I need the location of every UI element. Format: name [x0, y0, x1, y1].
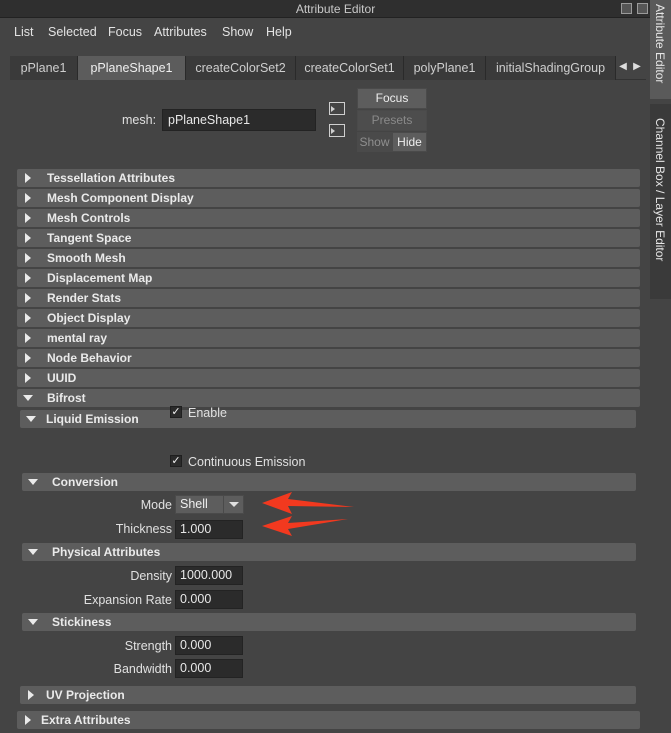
annotation-arrow-mode	[262, 492, 354, 514]
annotation-arrows	[262, 492, 354, 536]
annotation-arrow-thickness	[262, 516, 348, 536]
